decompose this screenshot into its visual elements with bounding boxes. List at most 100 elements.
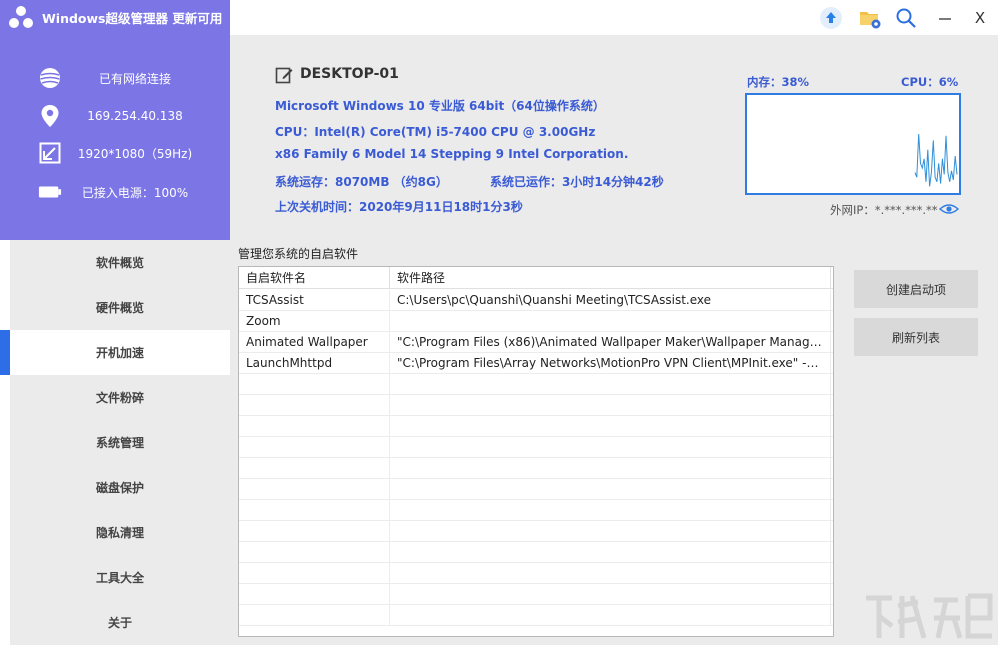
cpu-info: CPU：Intel(R) Core(TM) i5-7400 CPU @ 3.00… bbox=[275, 125, 596, 139]
row-name: Zoom bbox=[239, 311, 390, 332]
row-name: TCSAssist bbox=[239, 290, 390, 311]
row-path: C:\Users\pc\Quanshi\Quanshi Meeting\TCSA… bbox=[390, 290, 831, 311]
upload-button[interactable] bbox=[818, 5, 844, 31]
table-row[interactable]: LaunchMhttpd "C:\Program Files\Array Net… bbox=[239, 353, 833, 374]
column-header-name[interactable]: 自启软件名 bbox=[239, 267, 390, 289]
row-path bbox=[390, 311, 831, 332]
memory-usage-label: 内存：38% bbox=[747, 75, 810, 89]
sidebar-item-software-overview[interactable]: 软件概览 bbox=[10, 240, 230, 285]
refresh-list-button[interactable]: 刷新列表 bbox=[854, 318, 978, 356]
sidebar-item-system-management[interactable]: 系统管理 bbox=[10, 420, 230, 465]
ip-status: 169.254.40.138 bbox=[0, 101, 230, 131]
create-startup-item-button[interactable]: 创建启动项 bbox=[854, 270, 978, 308]
usage-monitor-graph bbox=[745, 93, 961, 195]
system-info-panel: DESKTOP-01 Microsoft Windows 10 专业版 64bi… bbox=[230, 35, 998, 240]
table-row[interactable]: TCSAssist C:\Users\pc\Quanshi\Quanshi Me… bbox=[239, 290, 833, 311]
title-bar: Windows超级管理器 更新可用 X bbox=[0, 0, 998, 35]
empty-table-row bbox=[239, 395, 833, 416]
battery-icon bbox=[38, 180, 62, 204]
resize-icon bbox=[38, 141, 62, 165]
row-name: LaunchMhttpd bbox=[239, 353, 390, 374]
row-path: "C:\Program Files\Array Networks\MotionP… bbox=[390, 353, 831, 374]
empty-table-row bbox=[239, 542, 833, 563]
table-row[interactable]: Zoom bbox=[239, 311, 833, 332]
app-title: Windows超级管理器 更新可用 bbox=[42, 11, 223, 26]
resolution-status: 1920*1080（59Hz) bbox=[0, 138, 230, 168]
empty-cell bbox=[390, 584, 831, 605]
empty-cell bbox=[239, 395, 390, 416]
empty-cell bbox=[390, 437, 831, 458]
eye-icon[interactable] bbox=[939, 201, 959, 217]
uptime-info: 系统已运作：3小时14分钟42秒 bbox=[490, 175, 664, 189]
globe-icon bbox=[38, 66, 62, 90]
sidebar-item-file-shredder[interactable]: 文件粉碎 bbox=[10, 375, 230, 420]
empty-cell bbox=[390, 458, 831, 479]
empty-cell bbox=[390, 395, 831, 416]
table-row[interactable]: Animated Wallpaper "C:\Program Files (x8… bbox=[239, 332, 833, 353]
power-status: 已接入电源：100% bbox=[0, 177, 230, 207]
network-status: 已有网络连接 bbox=[0, 63, 230, 93]
cpu-usage-line bbox=[914, 133, 958, 187]
empty-cell bbox=[390, 521, 831, 542]
search-button[interactable] bbox=[893, 5, 919, 31]
empty-table-row bbox=[239, 584, 833, 605]
empty-cell bbox=[390, 563, 831, 584]
location-pin-icon bbox=[38, 104, 62, 128]
empty-cell bbox=[239, 542, 390, 563]
empty-table-row bbox=[239, 416, 833, 437]
empty-table-row bbox=[239, 458, 833, 479]
folder-settings-button[interactable] bbox=[857, 5, 883, 31]
empty-table-row bbox=[239, 374, 833, 395]
os-info: Microsoft Windows 10 专业版 64bit（64位操作系统） bbox=[275, 99, 605, 113]
table-header: 自启软件名 软件路径 bbox=[239, 267, 833, 289]
startup-table[interactable]: 自启软件名 软件路径 TCSAssist C:\Users\pc\Quanshi… bbox=[238, 266, 834, 637]
last-shutdown-info: 上次关机时间：2020年9月11日18时1分3秒 bbox=[275, 200, 523, 214]
active-indicator bbox=[0, 330, 10, 375]
resolution-text: 1920*1080（59Hz) bbox=[77, 146, 193, 161]
network-status-text: 已有网络连接 bbox=[98, 71, 171, 86]
pc-name: DESKTOP-01 bbox=[300, 66, 399, 82]
row-path: "C:\Program Files (x86)\Animated Wallpap… bbox=[390, 332, 831, 353]
empty-cell bbox=[239, 521, 390, 542]
app-logo-icon bbox=[9, 5, 33, 28]
minimize-button[interactable] bbox=[932, 5, 958, 31]
sidebar-item-about[interactable]: 关于 bbox=[10, 600, 230, 645]
memory-info: 系统运存：8070MB （约8G） bbox=[275, 175, 448, 189]
power-status-text: 已接入电源：100% bbox=[81, 185, 189, 200]
empty-table-row bbox=[239, 563, 833, 584]
search-icon bbox=[896, 8, 916, 28]
cpu-family-info: x86 Family 6 Model 14 Stepping 9 Intel C… bbox=[275, 147, 629, 161]
empty-cell bbox=[390, 374, 831, 395]
main-content: 管理您系统的自启软件 自启软件名 软件路径 TCSAssist C:\Users… bbox=[230, 240, 998, 645]
cpu-usage-label: CPU：6% bbox=[901, 75, 959, 89]
usage-graph-svg bbox=[914, 133, 958, 187]
wan-ip-text: 外网IP：*.***.***.** bbox=[830, 203, 938, 217]
empty-table-row bbox=[239, 521, 833, 542]
edit-icon[interactable] bbox=[275, 66, 293, 84]
status-panel: 已有网络连接 169.254.40.138 1920*1080（59Hz) 已接… bbox=[0, 35, 230, 240]
empty-cell bbox=[239, 416, 390, 437]
empty-table-row bbox=[239, 479, 833, 500]
empty-cell bbox=[239, 374, 390, 395]
close-button[interactable]: X bbox=[967, 5, 993, 31]
ip-address-text: 169.254.40.138 bbox=[87, 109, 183, 123]
empty-cell bbox=[390, 479, 831, 500]
sidebar-item-disk-protection[interactable]: 磁盘保护 bbox=[10, 465, 230, 510]
empty-cell bbox=[239, 479, 390, 500]
upload-icon bbox=[820, 7, 842, 29]
app-title-area: Windows超级管理器 更新可用 bbox=[0, 0, 230, 35]
empty-table-row bbox=[239, 500, 833, 521]
column-header-path[interactable]: 软件路径 bbox=[390, 267, 831, 289]
sidebar-item-boot-speedup[interactable]: 开机加速 bbox=[10, 330, 230, 375]
empty-cell bbox=[239, 584, 390, 605]
sidebar-item-toolbox[interactable]: 工具大全 bbox=[10, 555, 230, 600]
empty-cell bbox=[390, 542, 831, 563]
empty-cell bbox=[390, 605, 831, 626]
sidebar-item-privacy-cleanup[interactable]: 隐私清理 bbox=[10, 510, 230, 555]
empty-table-row bbox=[239, 437, 833, 458]
sidebar-item-hardware-overview[interactable]: 硬件概览 bbox=[10, 285, 230, 330]
minimize-icon bbox=[939, 18, 951, 20]
empty-table-row bbox=[239, 605, 833, 626]
empty-cell bbox=[239, 563, 390, 584]
folder-gear-icon bbox=[860, 12, 881, 29]
